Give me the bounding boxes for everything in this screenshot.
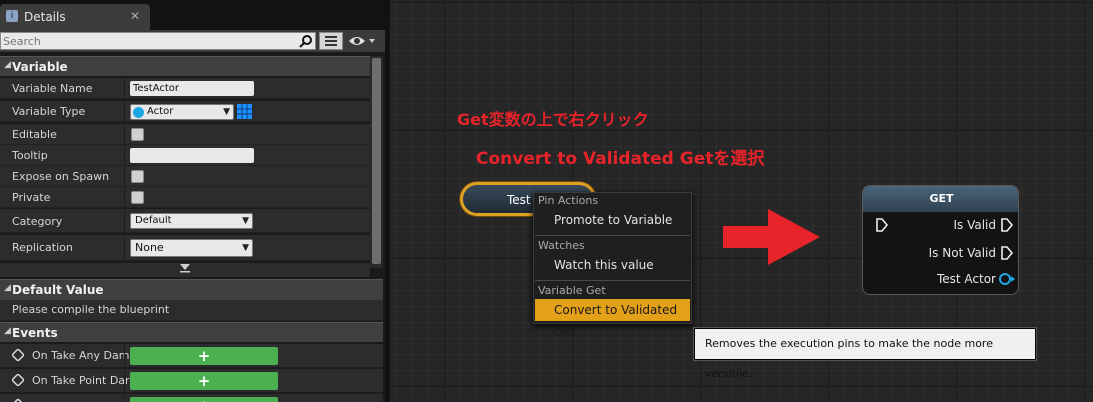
property-label: Private: [12, 191, 51, 204]
search-input[interactable]: [1, 33, 291, 49]
exec-out-pin-icon[interactable]: [1000, 246, 1014, 260]
menu-header-watches: Watches: [538, 239, 585, 252]
object-pin-icon[interactable]: [998, 272, 1016, 286]
property-label: Replication: [12, 241, 73, 254]
property-row-tooltip: Tooltip: [0, 145, 370, 166]
exec-in-pin-icon[interactable]: [875, 218, 889, 232]
event-label: On Take Point Dar: [32, 374, 130, 387]
menu-item-promote-to-variable[interactable]: Promote to Variable: [535, 209, 690, 231]
private-checkbox[interactable]: [131, 191, 144, 204]
compile-message: Please compile the blueprint: [12, 303, 170, 316]
property-row-variable-type: Variable Type Actor ▼: [0, 101, 370, 122]
property-label: Category: [12, 215, 63, 228]
tab-bar: i Details ✕: [0, 0, 385, 30]
view-options-button[interactable]: [319, 32, 343, 50]
is-not-valid-pin-label: Is Not Valid: [928, 246, 996, 260]
dropdown-arrow-icon: ▼: [223, 107, 230, 117]
add-event-button[interactable]: +: [130, 347, 278, 365]
variable-section-header[interactable]: ◢ Variable: [0, 56, 383, 76]
property-row-variable-name: Variable Name TestActor: [0, 78, 370, 99]
property-row-replication: Replication None ▼: [0, 235, 370, 261]
collapse-arrow-icon: ◢: [4, 326, 11, 336]
add-event-button[interactable]: +: [130, 397, 278, 402]
add-event-button[interactable]: +: [130, 372, 278, 390]
search-row: [0, 30, 385, 52]
info-icon: i: [6, 10, 18, 22]
section-title: Variable: [12, 60, 68, 74]
is-valid-pin-label: Is Valid: [953, 218, 996, 232]
event-diamond-icon: [12, 349, 24, 361]
property-label: Tooltip: [12, 149, 48, 162]
category-value: Default: [135, 215, 172, 226]
tooltip-field[interactable]: [130, 148, 254, 163]
property-label: Variable Type: [12, 105, 86, 118]
event-row: On Take Any Dam +: [0, 344, 383, 368]
search-icon[interactable]: [299, 34, 313, 48]
property-label: Editable: [12, 128, 57, 141]
details-scrollbar[interactable]: [370, 56, 383, 268]
property-row-editable: Editable: [0, 124, 370, 145]
event-row: +: [0, 394, 383, 402]
category-dropdown[interactable]: Default ▼: [130, 213, 253, 229]
scrollbar-thumb[interactable]: [372, 58, 381, 264]
menu-item-convert-to-validated-get[interactable]: Convert to Validated Get: [535, 299, 690, 339]
test-actor-pin-label: Test Actor: [936, 272, 996, 286]
dropdown-arrow-icon: ▼: [242, 243, 249, 253]
container-type-grid-icon[interactable]: [237, 104, 252, 119]
show-advanced-button[interactable]: [0, 263, 370, 277]
section-title: Default Value: [12, 283, 104, 297]
collapse-arrow-icon: ◢: [4, 283, 11, 293]
variable-type-dropdown[interactable]: Actor ▼: [130, 104, 234, 120]
property-row-expose-on-spawn: Expose on Spawn: [0, 166, 370, 187]
menu-separator: [535, 235, 690, 236]
property-label: Variable Name: [12, 82, 93, 95]
menu-separator: [535, 280, 690, 281]
events-section-header[interactable]: ◢ Events: [0, 322, 383, 342]
event-row: On Take Point Dar +: [0, 369, 383, 393]
chevron-down-icon: [180, 264, 190, 273]
event-label: On Take Any Dam: [32, 349, 130, 362]
property-row-private: Private: [0, 187, 370, 208]
get-node-title: GET: [863, 186, 1018, 212]
editable-checkbox[interactable]: [131, 128, 144, 141]
context-menu: Pin Actions Promote to Variable Watches …: [533, 192, 692, 339]
object-type-icon: [133, 107, 144, 118]
details-tab[interactable]: i Details ✕: [0, 4, 150, 30]
dropdown-arrow-icon: ▼: [242, 216, 249, 226]
close-tab-icon[interactable]: ✕: [130, 9, 140, 23]
default-value-row: Please compile the blueprint: [0, 300, 383, 321]
collapse-arrow-icon: ◢: [4, 60, 11, 70]
expose-on-spawn-checkbox[interactable]: [131, 170, 144, 183]
property-label: Expose on Spawn: [12, 170, 110, 183]
default-value-section-header[interactable]: ◢ Default Value: [0, 279, 383, 300]
search-box: [0, 32, 316, 50]
property-row-category: Category Default ▼: [0, 209, 370, 233]
replication-value: None: [135, 241, 164, 254]
variable-name-field[interactable]: TestActor: [130, 81, 254, 96]
annotation-select-convert: Convert to Validated Getを選択: [476, 149, 765, 169]
red-arrow-icon: [723, 209, 820, 265]
menu-header-pin-actions: Pin Actions: [538, 194, 599, 207]
menu-header-variable-get: Variable Get: [538, 284, 606, 297]
eye-icon[interactable]: [348, 33, 376, 49]
variable-type-value: Actor: [147, 106, 174, 117]
annotation-right-click: Get変数の上で右クリック: [457, 110, 649, 129]
details-tab-label: Details: [24, 10, 66, 24]
list-icon: [325, 36, 337, 46]
validated-get-node[interactable]: GET Is Valid Is Not Valid Test Actor: [862, 185, 1019, 295]
event-diamond-icon: [12, 374, 24, 386]
exec-out-pin-icon[interactable]: [1000, 218, 1014, 232]
section-title: Events: [12, 326, 58, 340]
menu-item-watch-this-value[interactable]: Watch this value: [535, 254, 690, 276]
replication-dropdown[interactable]: None ▼: [130, 239, 253, 257]
details-panel: i Details ✕ ◢ Variable Variable Name Tes…: [0, 0, 385, 402]
menu-item-tooltip: Removes the execution pins to make the n…: [694, 328, 1036, 380]
